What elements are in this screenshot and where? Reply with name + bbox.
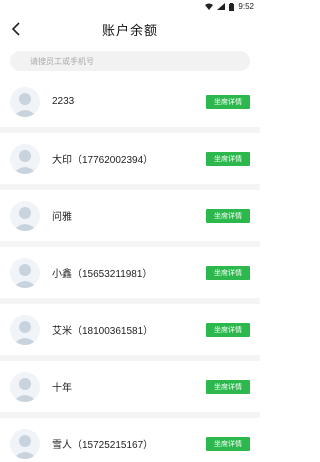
page-title: 账户余额 [101, 22, 158, 38]
avatar [10, 371, 40, 402]
status-bar: 9:52 [0, 0, 260, 12]
search-bar [0, 46, 260, 76]
app-header: 账户余额 [0, 12, 260, 46]
chevron-left-icon [11, 22, 20, 36]
user-name: 大印（17762002394） [52, 155, 154, 166]
back-button[interactable] [8, 18, 24, 40]
wifi-icon [205, 3, 214, 10]
seat-detail-button[interactable]: 坐席详情 [206, 379, 250, 394]
avatar [10, 314, 40, 345]
seat-detail-button[interactable]: 坐席详情 [206, 322, 250, 337]
avatar [10, 428, 40, 459]
battery-icon [229, 2, 235, 11]
seat-detail-button[interactable]: 坐席详情 [206, 265, 250, 280]
signal-icon [217, 2, 226, 10]
seat-detail-button[interactable]: 坐席详情 [206, 436, 250, 451]
avatar [10, 200, 40, 231]
status-time: 9:52 [238, 1, 254, 11]
list-item[interactable]: 雪人（15725215167） 坐席详情 [0, 418, 260, 462]
list-item[interactable]: 小鑫（15653211981） 坐席详情 [0, 247, 260, 304]
search-input[interactable] [10, 51, 250, 71]
list-item[interactable]: 十年 坐席详情 [0, 361, 260, 418]
user-name: 问雅 [52, 212, 72, 223]
avatar [10, 86, 40, 117]
user-name: 小鑫（15653211981） [52, 269, 153, 280]
user-list: 2233 坐席详情 大印（17762002394） 坐席详情 问雅 坐席详情 小… [0, 76, 260, 462]
list-item[interactable]: 2233 坐席详情 [0, 76, 260, 133]
user-name: 雪人（15725215167） [52, 440, 154, 451]
avatar [10, 257, 40, 288]
avatar [10, 143, 40, 174]
user-name: 十年 [52, 383, 72, 394]
seat-detail-button[interactable]: 坐席详情 [206, 151, 250, 166]
user-name: 2233 [52, 96, 75, 107]
user-name: 艾米（18100361581） [52, 326, 154, 337]
seat-detail-button[interactable]: 坐席详情 [206, 94, 250, 109]
seat-detail-button[interactable]: 坐席详情 [206, 208, 250, 223]
list-item[interactable]: 问雅 坐席详情 [0, 190, 260, 247]
list-item[interactable]: 大印（17762002394） 坐席详情 [0, 133, 260, 190]
list-item[interactable]: 艾米（18100361581） 坐席详情 [0, 304, 260, 361]
